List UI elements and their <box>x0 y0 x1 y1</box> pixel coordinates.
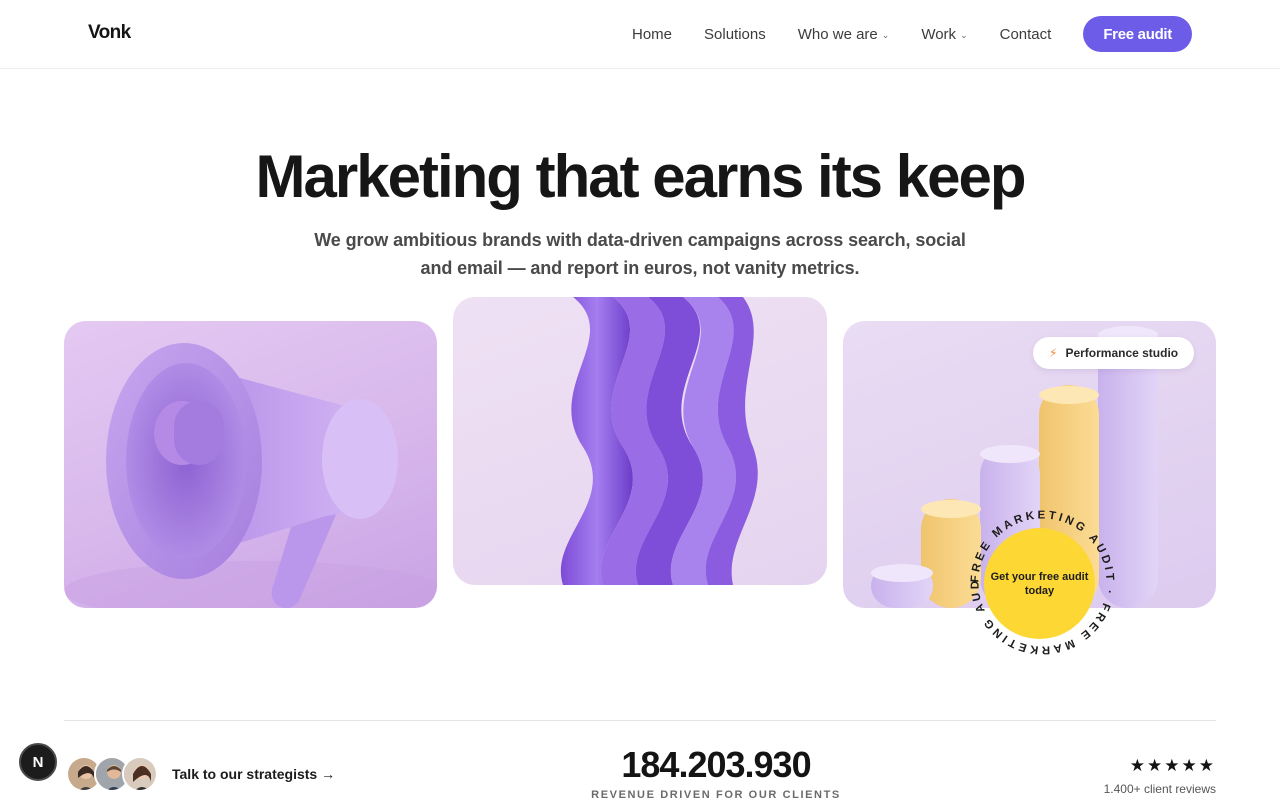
badge-line-1: Get your free audit <box>990 570 1089 583</box>
nav-who-we-are[interactable]: Who we are ⌄ <box>798 26 890 43</box>
strategist-avatars <box>66 756 158 794</box>
nav-contact-label: Contact <box>999 25 1052 43</box>
nav-contact[interactable]: Contact <box>1000 26 1052 43</box>
hero-subtitle: We grow ambitious brands with data-drive… <box>300 226 980 282</box>
talk-to-strategists-link[interactable]: Talk to our strategists → <box>172 766 335 782</box>
performance-studio-badge: ⚡ Performance studio <box>1033 337 1195 369</box>
free-audit-button[interactable]: Free audit <box>1083 16 1192 52</box>
megaphone-image-card <box>64 321 437 608</box>
chevron-down-icon: ⌄ <box>881 29 890 40</box>
bolt-icon: ⚡ <box>1049 346 1058 360</box>
revenue-number: 184.203.930 <box>621 744 811 785</box>
wave-ribbons-illustration <box>560 297 758 585</box>
site-header: Vonk Home Solutions Who we are ⌄ Work ⌄ Co… <box>0 0 1280 69</box>
performance-studio-label: Performance studio <box>1065 346 1179 360</box>
megaphone-illustration <box>64 343 437 608</box>
nav-work[interactable]: Work ⌄ <box>921 26 967 43</box>
avatar <box>122 756 158 792</box>
main-nav: Home Solutions Who we are ⌄ Work ⌄ Contact… <box>632 16 1192 52</box>
badge-line-2: today <box>1024 584 1055 597</box>
ribbons-image-card <box>453 297 827 585</box>
logo[interactable]: Vonk <box>88 22 131 44</box>
hero-subtitle-line-1: We grow ambitious brands with data-drive… <box>314 230 966 250</box>
get-free-audit-badge-button[interactable]: Get your free audit today <box>984 528 1095 639</box>
nav-who-we-are-label: Who we are <box>797 25 878 43</box>
hero-title: Marketing that earns its keep <box>255 143 1027 210</box>
floating-n-button[interactable]: N <box>19 743 57 781</box>
revenue-label: REVENUE DRIVEN FOR OUR CLIENTS <box>591 789 841 800</box>
hero-subtitle-line-2: and email — and report in euros, not van… <box>420 258 860 278</box>
nav-home[interactable]: Home <box>632 26 672 43</box>
nav-solutions[interactable]: Solutions <box>704 26 766 43</box>
chevron-down-icon: ⌄ <box>960 29 968 40</box>
reviews-count: 1.400+ client reviews <box>1103 782 1216 796</box>
section-divider <box>64 720 1216 721</box>
nav-work-label: Work <box>921 25 957 43</box>
nav-solutions-label: Solutions <box>704 25 766 43</box>
nav-home-label: Home <box>632 25 673 43</box>
rating-stars-icon: ★★★★★ <box>1129 756 1216 775</box>
